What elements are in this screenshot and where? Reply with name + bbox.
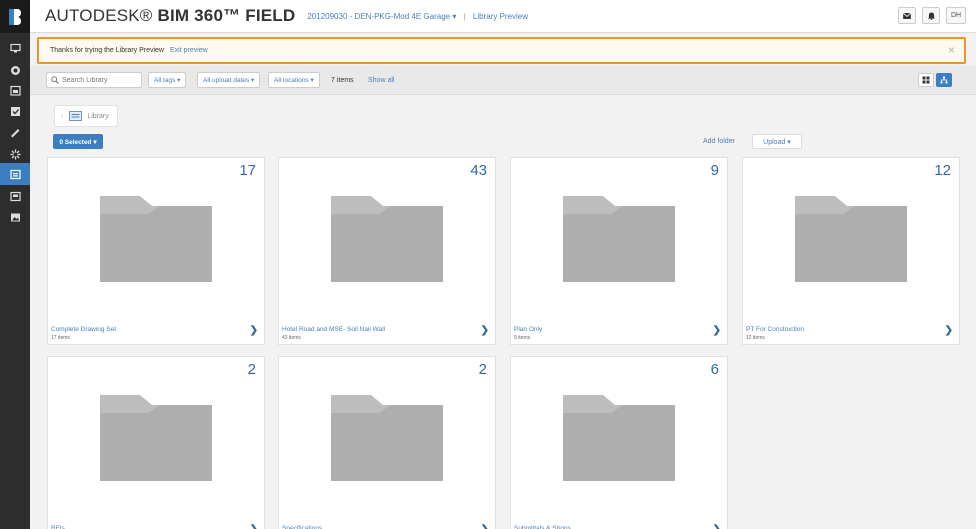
locations-filter[interactable]: All locations ▾ [268,72,320,88]
library-breadcrumb[interactable]: ‹ Library [54,105,118,127]
tree-view-button[interactable] [936,73,952,87]
project-caret-icon[interactable]: ▾ [452,12,456,21]
mail-icon [903,12,911,19]
folder-item-count: 6 [710,361,719,378]
chevron-right-icon[interactable]: ❯ [945,325,953,336]
home-icon[interactable] [0,37,30,59]
folder-card[interactable]: 2 Specifications ❯ [278,356,496,529]
banner-message: Thanks for trying the Library Preview [50,47,164,54]
folder-card[interactable]: 12 PT For Construction 12 items ❯ [742,157,960,345]
folder-icon [563,196,675,282]
library-toolbar: All tags ▾ All upload dates ▾ All locati… [30,66,976,95]
b-logo-icon [9,8,21,25]
app-brand: AUTODESK® BIM 360™ FIELD [45,6,295,26]
tags-filter[interactable]: All tags ▾ [148,72,187,88]
folder-card-footer: PT For Construction 12 items ❯ [743,320,959,344]
folder-item-count: 2 [478,361,487,378]
folder-card[interactable]: 17 Complete Drawing Set 17 items ❯ [47,157,265,345]
folder-icon [563,395,675,481]
brand-product: BIM 360™ FIELD [157,6,296,25]
selected-dropdown-button[interactable]: 0 Selected ▾ [53,134,103,149]
folder-card-footer: Hotel Road and MSE- Soil Nail Wall 43 it… [279,320,495,344]
reports-icon[interactable] [0,185,30,207]
breadcrumb-divider: | [463,11,466,21]
folder-icon [100,395,212,481]
upload-button[interactable]: Upload ▾ [752,134,802,149]
folder-name[interactable]: Plan Only [514,326,542,333]
folder-item-count: 2 [247,361,256,378]
folder-card-footer: Specifications ❯ [279,519,495,529]
image-icon[interactable] [0,206,30,228]
library-icon[interactable] [0,163,30,185]
folder-icon [795,196,907,282]
folder-item-count: 12 [934,162,951,179]
checklist-icon[interactable] [0,100,30,122]
folder-items-label: 12 items [746,335,765,341]
left-nav-rail [0,0,30,529]
folder-name[interactable]: Submittals & Shops [514,525,571,529]
calendar-icon[interactable] [0,79,30,101]
project-selector[interactable]: 201209030 - DEN-PKG-Mod 4E Garage [307,12,450,21]
brand-autodesk: AUTODESK® [45,6,158,25]
folder-items-label: 17 items [51,335,70,341]
folder-icon [331,395,443,481]
folder-card-footer: Complete Drawing Set 17 items ❯ [48,320,264,344]
section-link[interactable]: Library Preview [473,12,528,21]
folder-item-count: 9 [710,162,719,179]
folder-name[interactable]: PT For Construction [746,326,804,333]
preview-banner: Thanks for trying the Library Preview Ex… [37,37,966,64]
notifications-button[interactable] [922,7,940,24]
folder-card[interactable]: 9 Plan Only 9 items ❯ [510,157,728,345]
search-input[interactable] [62,76,138,84]
add-folder-button[interactable]: Add folder [703,134,735,149]
chevron-right-icon[interactable]: ❯ [481,524,489,529]
bim360-logo[interactable] [0,0,30,33]
chevron-right-icon[interactable]: ❯ [713,325,721,336]
upload-dates-filter[interactable]: All upload dates ▾ [197,72,261,88]
top-header: AUTODESK® BIM 360™ FIELD 201209030 - DEN… [30,0,976,33]
folder-name[interactable]: Complete Drawing Set [51,326,116,333]
chevron-right-icon[interactable]: ❯ [713,524,721,529]
search-box[interactable] [46,72,142,88]
exit-preview-link[interactable]: Exit preview [170,47,208,54]
folder-icon [100,196,212,282]
grid-view-button[interactable] [918,73,934,87]
folder-card[interactable]: 2 RFIs ❯ [47,356,265,529]
user-avatar[interactable]: DH [946,7,966,24]
folder-items-label: 43 items [282,335,301,341]
search-icon [51,76,59,84]
folder-card-footer: RFIs ❯ [48,519,264,529]
folder-item-count: 43 [470,162,487,179]
grid-icon [922,76,930,84]
folder-icon [331,196,443,282]
globe-icon[interactable] [0,59,30,81]
library-crumb-label: Library [87,112,109,120]
folder-items-label: 9 items [514,335,531,341]
header-actions: DH [898,7,966,24]
folder-name[interactable]: RFIs [51,525,65,529]
folder-name[interactable]: Specifications [282,525,322,529]
chevron-right-icon[interactable]: ❯ [250,325,258,336]
library-folder-icon [69,111,83,121]
show-all-link[interactable]: Show all [368,77,394,84]
folder-card[interactable]: 43 Hotel Road and MSE- Soil Nail Wall 43… [278,157,496,345]
mail-button[interactable] [898,7,916,24]
folder-name[interactable]: Hotel Road and MSE- Soil Nail Wall [282,326,385,333]
bell-icon [927,12,935,20]
close-icon[interactable]: × [948,43,955,57]
chevron-right-icon[interactable]: ❯ [481,325,489,336]
tools-icon[interactable] [0,121,30,143]
folder-card-footer: Plan Only 9 items ❯ [511,320,727,344]
breadcrumb: 201209030 - DEN-PKG-Mod 4E Garage ▾ | Li… [307,12,528,21]
settings-icon[interactable] [0,143,30,165]
folder-card[interactable]: 6 Submittals & Shops ❯ [510,356,728,529]
folder-item-count: 17 [239,162,256,179]
folder-card-footer: Submittals & Shops ❯ [511,519,727,529]
item-count: 7 items [331,77,354,84]
hierarchy-icon [940,76,948,84]
chevron-left-icon: ‹ [61,112,64,120]
chevron-right-icon[interactable]: ❯ [250,524,258,529]
